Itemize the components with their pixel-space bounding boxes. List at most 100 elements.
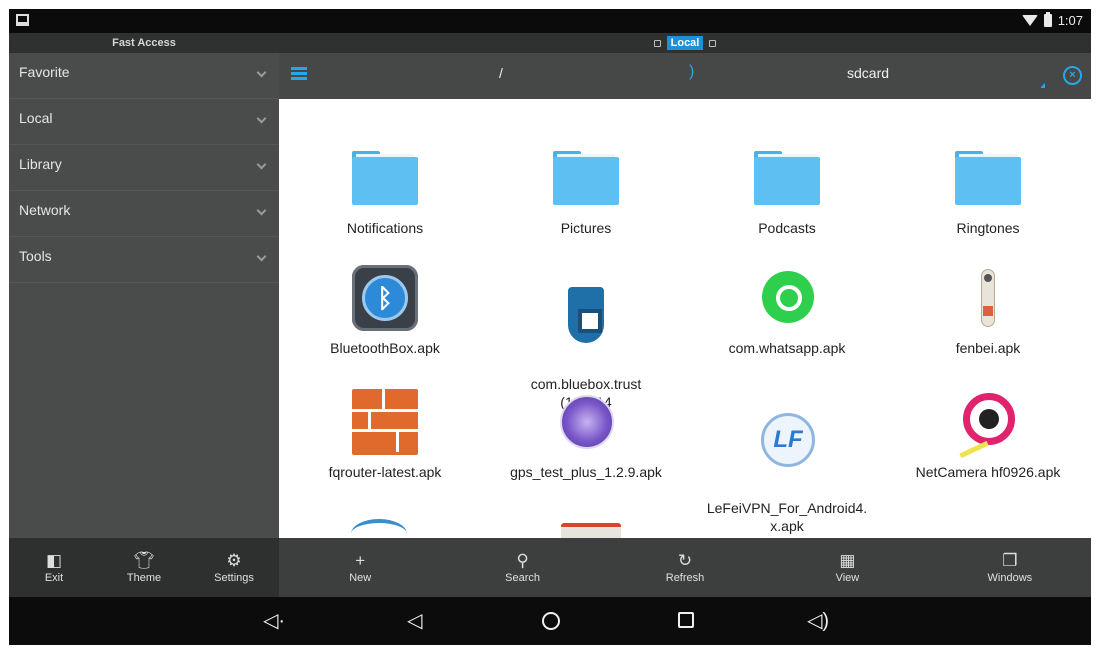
screenshot-notification-icon xyxy=(16,14,29,26)
sidebar: Fast Access Favorite Local Library Netwo… xyxy=(9,33,279,538)
plus-icon: + xyxy=(355,551,366,570)
battery-icon xyxy=(1043,12,1052,27)
file-name: Ringtones xyxy=(956,220,1020,236)
android-screen: 1:07 Fast Access Favorite Local Library … xyxy=(9,9,1091,645)
file-item[interactable]: ᛒ BluetoothBox.apk xyxy=(285,265,485,357)
chevron-down-icon xyxy=(256,67,267,78)
sidebar-item-label: Favorite xyxy=(19,64,70,80)
partial-app-icon[interactable] xyxy=(351,519,407,538)
status-icons: 1:07 xyxy=(1021,12,1083,28)
volume-up-icon[interactable]: ◁) xyxy=(807,610,829,632)
gps-globe-icon xyxy=(553,389,619,455)
sidebar-toolbar: ◧ Exit 👕︎ Theme ⚙ Settings xyxy=(9,538,279,597)
status-bar: 1:07 xyxy=(9,9,1091,33)
folder-icon xyxy=(352,145,418,211)
chevron-down-icon xyxy=(256,113,267,124)
home-icon[interactable] xyxy=(542,612,560,630)
sidebar-item-label: Local xyxy=(19,110,53,126)
search-icon: ⚲ xyxy=(516,551,529,570)
tool-label: View xyxy=(835,572,860,584)
dropdown-corner-icon[interactable] xyxy=(1040,83,1045,88)
view-button[interactable]: ▦ View xyxy=(766,538,928,597)
settings-button[interactable]: ⚙ Settings xyxy=(189,538,279,597)
close-icon[interactable]: × xyxy=(1063,66,1082,85)
file-name: com.whatsapp.apk xyxy=(728,340,846,356)
theme-button[interactable]: 👕︎ Theme xyxy=(99,538,189,597)
sidebar-item-label: Library xyxy=(19,156,62,172)
new-button[interactable]: + New xyxy=(279,538,441,597)
file-name: BluetoothBox.apk xyxy=(330,340,440,356)
file-item[interactable]: LF LeFeiVPN_For_Android4. x.apk xyxy=(687,389,887,538)
sidebar-item-library[interactable]: Library xyxy=(9,145,279,191)
grid-icon: ▦ xyxy=(839,551,856,570)
shirt-icon: 👕︎ xyxy=(133,551,155,570)
home-tab-icon[interactable] xyxy=(653,39,661,47)
file-item[interactable]: Podcasts xyxy=(687,145,887,237)
sidebar-item-local[interactable]: Local xyxy=(9,99,279,145)
volume-down-icon[interactable]: ◁· xyxy=(263,610,285,632)
back-icon[interactable]: ◁ xyxy=(407,610,422,632)
breadcrumb-root[interactable]: / xyxy=(499,65,503,81)
chevron-down-icon xyxy=(256,205,267,216)
main-toolbar: + New ⚲ Search ↻ Refresh ▦ View ❐ Window… xyxy=(279,538,1091,597)
gear-icon: ⚙ xyxy=(226,551,242,570)
file-item[interactable]: Pictures xyxy=(486,145,686,237)
exit-icon: ◧ xyxy=(45,551,63,570)
file-name: NetCamera hf0926.apk xyxy=(915,464,1061,480)
chevron-down-icon xyxy=(256,251,267,262)
sidebar-item-favorite[interactable]: Favorite xyxy=(9,53,279,99)
tool-label: Refresh xyxy=(665,572,705,584)
file-item[interactable]: fqrouter-latest.apk xyxy=(285,389,485,481)
folder-icon xyxy=(955,145,1021,211)
path-bar: / ) sdcard × xyxy=(279,53,1091,99)
windows-icon: ❐ xyxy=(1002,551,1018,570)
breadcrumb-separator: ) xyxy=(689,63,695,80)
file-item[interactable]: fenbei.apk xyxy=(888,265,1088,357)
sidebar-item-label: Tools xyxy=(19,248,52,264)
main-header: Local / ) sdcard × xyxy=(279,33,1091,99)
menu-icon[interactable] xyxy=(291,67,307,80)
breadcrumb-sdcard[interactable]: sdcard xyxy=(847,65,889,81)
refresh-button[interactable]: ↻ Refresh xyxy=(604,538,766,597)
file-name: Notifications xyxy=(346,220,424,236)
file-item[interactable]: Ringtones xyxy=(888,145,1088,237)
refresh-icon: ↻ xyxy=(677,551,693,570)
sidebar-item-network[interactable]: Network xyxy=(9,191,279,237)
file-name: fenbei.apk xyxy=(955,340,1021,356)
partial-app-icon[interactable] xyxy=(561,523,621,538)
file-item[interactable]: Notifications xyxy=(285,145,485,237)
tool-label: Exit xyxy=(44,572,64,584)
file-name: gps_test_plus_1.2.9.apk xyxy=(510,464,662,480)
exit-button[interactable]: ◧ Exit xyxy=(9,538,99,597)
file-name: Podcasts xyxy=(758,220,816,236)
tool-label: Windows xyxy=(987,572,1033,584)
whatsapp-icon xyxy=(754,265,820,331)
chevron-down-icon xyxy=(256,159,267,170)
tool-label: New xyxy=(349,572,372,584)
file-item[interactable]: com.whatsapp.apk xyxy=(687,265,887,357)
file-item[interactable]: gps_test_plus_1.2.9.apk xyxy=(486,389,686,481)
recents-icon[interactable] xyxy=(678,612,694,628)
system-navigation-bar: ◁· ◁ ◁) xyxy=(9,597,1091,645)
sound-meter-icon xyxy=(955,265,1021,331)
camera-icon xyxy=(955,389,1021,459)
folder-icon xyxy=(553,145,619,211)
search-button[interactable]: ⚲ Search xyxy=(441,538,603,597)
tool-label: Settings xyxy=(214,572,254,584)
clock: 1:07 xyxy=(1057,13,1083,28)
file-name: Pictures xyxy=(560,220,612,236)
sidebar-item-label: Network xyxy=(19,202,71,218)
tab-local[interactable]: Local xyxy=(666,36,704,50)
tab-overflow-icon[interactable] xyxy=(709,39,717,47)
tool-label: Theme xyxy=(126,572,162,584)
file-item[interactable]: NetCamera hf0926.apk xyxy=(888,389,1088,481)
bluebox-shield-icon xyxy=(553,283,619,349)
file-name: fqrouter-latest.apk xyxy=(328,464,442,480)
file-name: LeFeiVPN_For_Android4. x.apk xyxy=(706,500,868,534)
sidebar-item-tools[interactable]: Tools xyxy=(9,237,279,283)
folder-icon xyxy=(754,145,820,211)
brick-wall-icon xyxy=(352,389,418,455)
file-grid: Notifications Pictures Podcasts Ringtone… xyxy=(279,99,1091,538)
windows-button[interactable]: ❐ Windows xyxy=(929,538,1091,597)
tool-label: Search xyxy=(505,572,541,584)
